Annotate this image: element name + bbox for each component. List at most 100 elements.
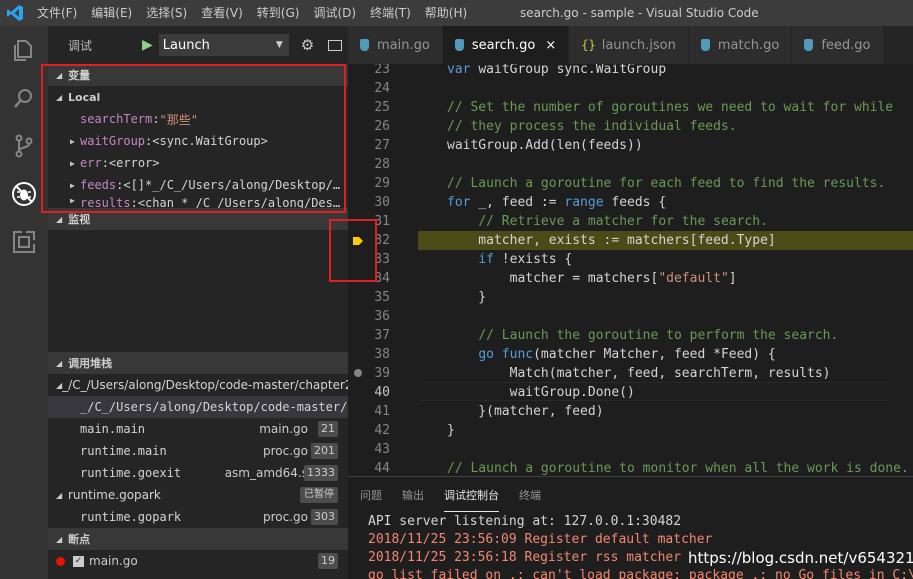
code-line: 36: [348, 307, 913, 326]
breakpoints-section-header[interactable]: ◢ 断点: [48, 528, 348, 550]
code-text: // Retrieve a matcher for the search.: [447, 212, 768, 231]
line-number: 25: [374, 100, 390, 115]
code-text: var waitGroup sync.WaitGroup: [447, 64, 666, 79]
close-icon[interactable]: ×: [545, 38, 556, 53]
code-text: for _, feed := range feeds {: [447, 193, 666, 212]
line-number: 44: [374, 461, 390, 476]
code-token: range: [564, 195, 612, 210]
code-text: Match(matcher, feed, searchTerm, results…: [447, 364, 831, 383]
tab-label: launch.json: [601, 37, 676, 53]
frame-file: proc.go: [263, 444, 308, 458]
menu-item[interactable]: 选择(S): [139, 0, 194, 26]
line-number: 42: [374, 423, 390, 438]
menu-item[interactable]: 帮助(H): [418, 0, 474, 26]
breakpoint-item[interactable]: ✓ main.go 19: [48, 550, 348, 572]
launch-config-select[interactable]: Launch ▼: [158, 34, 289, 56]
watch-list: [48, 230, 348, 352]
editor-tab[interactable]: feed.go: [792, 26, 884, 64]
go-file-icon: [700, 39, 710, 51]
console-line: API server listening at: 127.0.0.1:30482: [368, 514, 682, 529]
debug-view-title: 调试: [68, 38, 93, 53]
code-text: go func(matcher Matcher, feed *Feed) {: [447, 345, 775, 364]
line-number: 28: [374, 157, 390, 172]
code-token: waitGroup sync.WaitGroup: [478, 64, 667, 77]
breakpoint-file: main.go: [89, 554, 138, 568]
menu-item[interactable]: 查看(V): [194, 0, 250, 26]
watch-title: 监视: [68, 213, 91, 226]
editor-tab[interactable]: {} launch.json: [569, 26, 689, 64]
line-number: 40: [374, 385, 390, 400]
line-number: 35: [374, 290, 390, 305]
code-token: matcher, exists := matchers[feed.Type]: [447, 233, 776, 248]
callstack-section-header[interactable]: ◢ 调用堆栈: [48, 352, 348, 374]
frame-function: main.main: [80, 422, 146, 436]
code-token: // Retrieve a matcher for the search.: [478, 214, 768, 229]
frame-function: runtime.main: [80, 444, 167, 458]
menu-item[interactable]: 文件(F): [30, 0, 84, 26]
code-line: 38 go func(matcher Matcher, feed *Feed) …: [348, 345, 913, 364]
code-text: // they process the individual feeds.: [447, 117, 737, 136]
stack-frame[interactable]: runtime.main proc.go 201: [48, 440, 348, 462]
stack-frame[interactable]: runtime.gopark proc.go 303: [48, 506, 348, 528]
editor-tab[interactable]: search.go ×: [442, 26, 570, 64]
menu-item[interactable]: 转到(G): [250, 0, 307, 26]
annotation-box-variables: [41, 64, 346, 213]
tab-label: main.go: [377, 37, 430, 53]
code-line: 33 if !exists {: [348, 250, 913, 269]
code-token: Match(matcher, feed, searchTerm, results…: [447, 366, 831, 381]
line-number: 24: [374, 81, 390, 96]
panel-tab[interactable]: 问题: [360, 479, 382, 511]
stack-frame[interactable]: runtime.goexit asm_amd64.s 1333: [48, 462, 348, 484]
go-file-icon: [360, 39, 369, 51]
line-number: 27: [374, 138, 390, 153]
code-token: for: [447, 195, 479, 210]
code-line: 41 }(matcher, feed): [348, 402, 913, 421]
code-text: // Set the number of goroutines we need …: [447, 98, 893, 117]
panel-tab[interactable]: 输出: [402, 479, 424, 511]
tab-label: feed.go: [821, 37, 871, 53]
code-token: feeds {: [611, 195, 667, 210]
breakpoints-title: 断点: [68, 533, 91, 546]
console-line: 2018/11/25 23:56:09 Register default mat…: [368, 532, 713, 547]
paused-badge: 已暂停: [300, 487, 338, 503]
code-token: go func: [478, 347, 534, 362]
code-token: // Launch a goroutine for each feed to f…: [447, 176, 886, 191]
menu-item[interactable]: 终端(T): [363, 0, 418, 26]
callstack-title: 调用堆栈: [68, 357, 113, 370]
panel-tab[interactable]: 调试控制台: [444, 479, 499, 512]
code-token: _, feed :=: [478, 195, 565, 210]
editor-tab[interactable]: match.go: [688, 26, 793, 64]
frame-line: 21: [318, 421, 338, 437]
thread-label: _/C_/Users/along/Desktop/code-master/cha…: [62, 378, 348, 392]
code-token: ]: [728, 271, 737, 286]
panel-tabs: 问题 输出 调试控制台 终端: [348, 477, 913, 513]
start-debugging-icon[interactable]: ▶: [142, 37, 153, 53]
gear-icon[interactable]: ⚙: [301, 36, 314, 54]
console-line: go list failed on .: can't load package:…: [368, 568, 913, 579]
panel-tab[interactable]: 终端: [519, 479, 541, 511]
code-token: }(matcher, feed): [447, 404, 604, 419]
code-token: matcher = matchers[: [447, 271, 659, 286]
code-token: // they process the individual feeds.: [447, 119, 737, 134]
debug-console-icon[interactable]: [328, 39, 343, 51]
breakpoints-list: ✓ main.go 19: [48, 550, 348, 572]
code-token: waitGroup.Add(len(feeds)): [447, 138, 643, 153]
breakpoint-hint-icon[interactable]: [354, 369, 362, 377]
stack-frame[interactable]: main.main main.go 21: [48, 418, 348, 440]
thread-item[interactable]: ◢ runtime.gopark 已暂停: [48, 484, 348, 506]
annotation-box-gutter: [329, 219, 377, 282]
menu-item[interactable]: 调试(D): [306, 0, 363, 26]
code-token: }: [447, 290, 487, 305]
frame-file: main.go: [259, 422, 308, 436]
code-editor[interactable]: 23 var waitGroup sync.WaitGroup 24 25 // Set…: [348, 64, 913, 476]
line-number: 37: [374, 328, 390, 343]
editor-tab[interactable]: main.go: [348, 26, 443, 64]
menu-item[interactable]: 编辑(E): [84, 0, 139, 26]
thread-item[interactable]: ◢ _/C_/Users/along/Desktop/code-master/c…: [48, 374, 348, 396]
code-line: 31 // Retrieve a matcher for the search.: [348, 212, 913, 231]
extensions-icon[interactable]: [0, 218, 48, 266]
menu-bar: 文件(F) 编辑(E) 选择(S) 查看(V) 转到(G) 调试(D) 终端(T) 帮助(H): [30, 0, 474, 26]
breakpoint-checkbox[interactable]: ✓: [73, 555, 84, 567]
stack-frame[interactable]: _/C_/Users/along/Desktop/code-master/c: [48, 396, 348, 418]
